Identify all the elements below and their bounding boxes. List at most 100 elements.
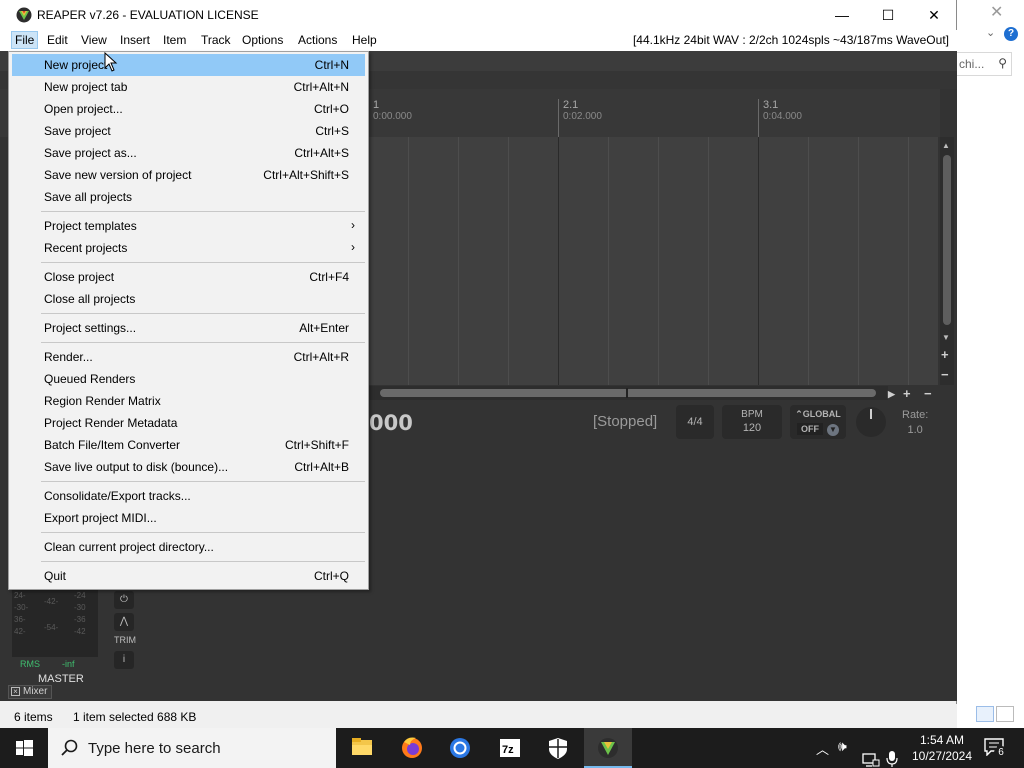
menu-recent-projects[interactable]: Recent projects › [12, 237, 365, 259]
menu-new-project-tab[interactable]: New project tab Ctrl+Alt+N [12, 76, 365, 98]
menu-close-project[interactable]: Close project Ctrl+F4 [12, 266, 365, 288]
maximize-button[interactable]: ☐ [865, 0, 911, 30]
submenu-arrow-icon: › [351, 218, 355, 232]
menu-item-shortcut: Ctrl+Alt+S [294, 146, 349, 160]
playrate-display[interactable]: Rate: 1.0 [902, 409, 928, 436]
clock-time: 1:54 AM [919, 733, 965, 747]
info-icon[interactable]: i [114, 651, 134, 669]
menu-item-label: Close project [44, 270, 115, 284]
menu-item-label: Close all projects [44, 292, 136, 306]
menu-help[interactable]: Help [352, 33, 377, 47]
bar-number: 3.1 [763, 99, 779, 111]
menu-save-new-version[interactable]: Save new version of project Ctrl+Alt+Shif… [12, 164, 365, 186]
file-menu: New project Ctrl+N New project tab Ctrl+Al… [8, 51, 369, 590]
menu-track[interactable]: Track [201, 33, 231, 47]
chevron-up-icon[interactable]: ︿ [816, 739, 829, 768]
scroll-thumb[interactable] [943, 155, 951, 325]
menu-clean-project-directory[interactable]: Clean current project directory... [12, 536, 365, 558]
rate-value: 1.0 [907, 424, 923, 436]
arrange-view[interactable] [368, 137, 938, 385]
horizontal-scrollbar[interactable] [368, 386, 888, 400]
menu-project-render-metadata[interactable]: Project Render Metadata [12, 412, 365, 434]
power-icon[interactable]: ⏻ [114, 591, 134, 609]
dropdown-arrow-icon[interactable]: ▼ [827, 424, 839, 436]
menu-actions[interactable]: Actions [298, 33, 337, 47]
windows-security-icon[interactable] [534, 728, 582, 768]
close-icon[interactable]: ✕ [990, 2, 1003, 22]
envelope-icon[interactable]: ⋀ [114, 613, 134, 631]
menu-view[interactable]: View [81, 33, 107, 47]
menu-open-project[interactable]: Open project... Ctrl+O [12, 98, 365, 120]
audio-device-status[interactable]: [44.1kHz 24bit WAV : 2/2ch 1024spls ~43/… [633, 33, 949, 47]
grid-line [758, 137, 759, 385]
time-signature[interactable]: 4/4 [676, 405, 714, 439]
search-input[interactable]: chi... ⚲ [956, 52, 1012, 76]
menu-save-project[interactable]: Save project Ctrl+S [12, 120, 365, 142]
menu-queued-renders[interactable]: Queued Renders [12, 368, 365, 390]
menu-item-shortcut: Ctrl+Alt+R [293, 350, 349, 364]
system-clock[interactable]: 1:54 AM 10/27/2024 [906, 732, 978, 764]
playrate-knob[interactable] [856, 407, 886, 437]
window-title: REAPER v7.26 - EVALUATION LICENSE [37, 8, 259, 22]
scroll-up-icon[interactable]: ▲ [942, 141, 950, 150]
menu-export-midi[interactable]: Export project MIDI... [12, 507, 365, 529]
file-explorer-icon[interactable] [338, 728, 386, 768]
chevron-down-icon[interactable]: ⌄ [986, 26, 995, 39]
menu-batch-converter[interactable]: Batch File/Item Converter Ctrl+Shift+F [12, 434, 365, 456]
menu-save-all-projects[interactable]: Save all projects [12, 186, 365, 208]
meter-tick: -42- [44, 597, 59, 606]
menu-project-templates[interactable]: Project templates › [12, 215, 365, 237]
menu-close-all-projects[interactable]: Close all projects [12, 288, 365, 310]
menu-item-label: Export project MIDI... [44, 511, 157, 525]
reaper-taskbar-icon[interactable] [584, 728, 632, 768]
close-button[interactable]: ✕ [911, 0, 957, 30]
menu-render[interactable]: Render... Ctrl+Alt+R [12, 346, 365, 368]
scroll-down-icon[interactable]: ▼ [942, 333, 950, 342]
windows-start-icon[interactable] [0, 728, 48, 768]
minimize-button[interactable]: — [819, 0, 865, 30]
notification-center-icon[interactable]: 6 [984, 738, 1008, 760]
volume-icon[interactable]: 🕪 [838, 738, 847, 768]
menu-save-project-as[interactable]: Save project as... Ctrl+Alt+S [12, 142, 365, 164]
menu-project-settings[interactable]: Project settings... Alt+Enter [12, 317, 365, 339]
network-icon[interactable] [862, 740, 880, 768]
scroll-right-icon[interactable]: ▶ [888, 389, 895, 400]
meter-tick: 24- [14, 591, 26, 600]
details-view-icon[interactable] [976, 706, 994, 722]
microphone-icon[interactable] [886, 739, 898, 768]
zoom-out-vertical-icon[interactable]: − [941, 367, 949, 382]
global-automation[interactable]: ⌃GLOBAL OFF ▼ [790, 405, 846, 439]
7zip-icon[interactable]: 7z [486, 728, 534, 768]
menu-separator [41, 561, 365, 562]
zoom-out-horizontal-icon[interactable]: − [924, 386, 932, 401]
trim-label[interactable]: TRIM [114, 635, 136, 645]
menu-file[interactable]: File [11, 31, 39, 49]
taskbar-search-input[interactable]: Type here to search [48, 728, 336, 768]
menu-edit[interactable]: Edit [47, 33, 68, 47]
taskbar: Type here to search 7z ︿ 🕪 1:54 AM 10/27… [0, 728, 1024, 768]
chrome-icon[interactable] [436, 728, 484, 768]
zoom-in-horizontal-icon[interactable]: + [903, 386, 911, 401]
menu-region-render-matrix[interactable]: Region Render Matrix [12, 390, 365, 412]
help-icon[interactable]: ? [1004, 27, 1018, 41]
firefox-icon[interactable] [388, 728, 436, 768]
menu-item[interactable]: Item [163, 33, 186, 47]
menu-save-live-output[interactable]: Save live output to disk (bounce)... Ctrl… [12, 456, 365, 478]
tiles-view-icon[interactable] [996, 706, 1014, 722]
menu-insert[interactable]: Insert [120, 33, 150, 47]
time-display[interactable]: 000 [369, 411, 413, 435]
close-icon[interactable]: × [11, 686, 20, 696]
scroll-thumb[interactable] [380, 389, 876, 397]
time-label: 0:02.000 [563, 111, 602, 122]
meter-tick: 42- [14, 627, 26, 636]
bpm-display[interactable]: BPM 120 [722, 405, 782, 439]
menu-quit[interactable]: Quit Ctrl+Q [12, 565, 365, 587]
menu-consolidate-export[interactable]: Consolidate/Export tracks... [12, 485, 365, 507]
time-label: 0:04.000 [763, 111, 802, 122]
items-count: 6 items [14, 710, 53, 724]
mixer-tab[interactable]: × Mixer [8, 685, 53, 699]
menu-options[interactable]: Options [242, 33, 283, 47]
menu-new-project[interactable]: New project Ctrl+N [12, 54, 365, 76]
zoom-in-vertical-icon[interactable]: + [941, 347, 949, 362]
timeline-marker: 2.1 0:02.000 [558, 99, 602, 137]
